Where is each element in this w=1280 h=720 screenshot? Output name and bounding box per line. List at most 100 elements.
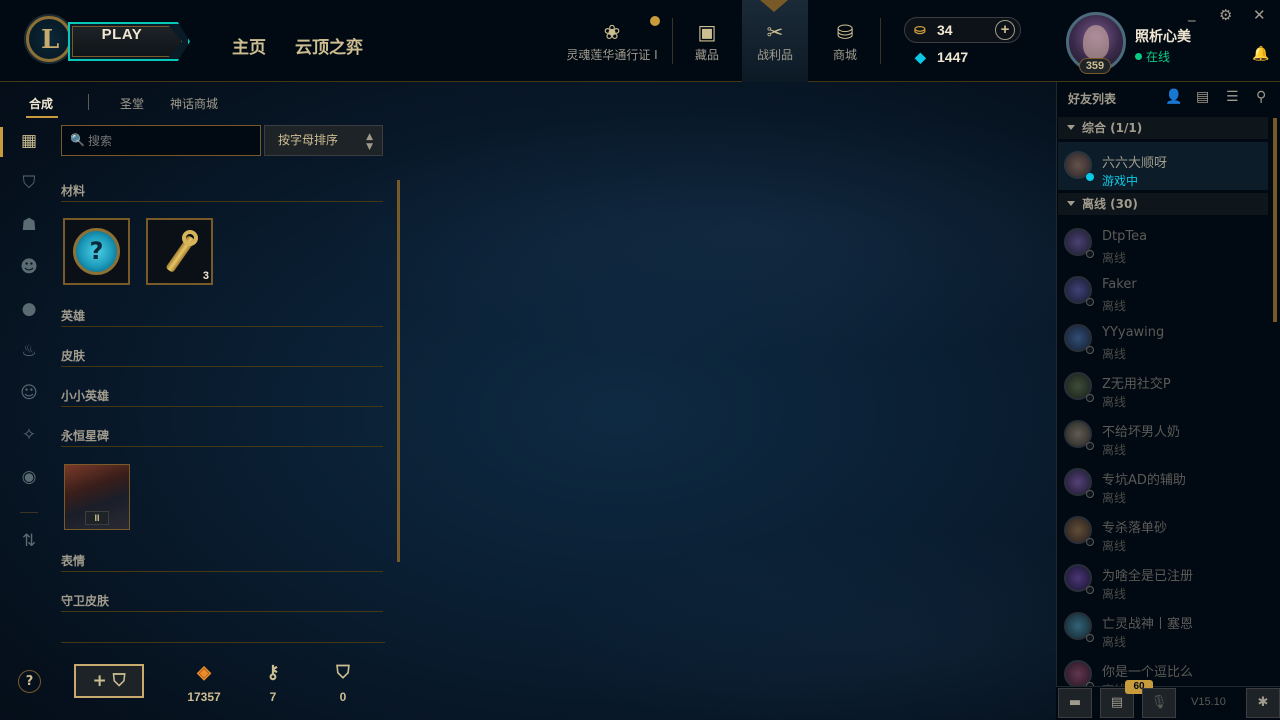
friend-row[interactable]: YYyawing 离线 [1058, 315, 1268, 363]
search-input[interactable] [88, 131, 253, 151]
client-version: V15.10 [1191, 696, 1226, 708]
nav-collection[interactable]: ▣ 藏品 [676, 0, 738, 82]
coins-icon: ⛁ [836, 20, 854, 44]
friends-group-offline[interactable]: 离线 (30) [1058, 193, 1268, 215]
loot-tile-key[interactable]: 3 [146, 218, 213, 285]
help-button[interactable]: ? [18, 670, 41, 693]
close-icon[interactable]: ✕ [1253, 6, 1266, 24]
microphone-icon[interactable]: 🎙 [1142, 688, 1176, 718]
friend-row[interactable]: Faker 离线 [1058, 267, 1268, 315]
friend-name: YYyawing [1102, 325, 1165, 340]
add-currency-button[interactable]: + [995, 20, 1015, 40]
friend-status: 离线 [1102, 539, 1127, 553]
friend-status: 离线 [1102, 491, 1127, 505]
nav-tft[interactable]: 云顶之弈 [295, 33, 363, 58]
tab-sanctum[interactable]: 圣堂 [120, 95, 144, 112]
nav-home[interactable]: 主页 [232, 33, 266, 58]
sort-arrows-icon[interactable]: ⇅ [16, 528, 42, 554]
friends-title: 好友列表 [1068, 92, 1117, 106]
search-box[interactable]: 🔍 [61, 125, 261, 156]
section-eternals: 永恒星碑 [61, 427, 383, 447]
craft-plus: + [92, 671, 107, 691]
minimize-icon[interactable]: _ [1188, 4, 1196, 22]
friend-row[interactable]: 六六大顺呀 游戏中 [1058, 142, 1268, 190]
nav-battle-pass[interactable]: ❀ 灵魂莲华通行证 I [560, 0, 664, 82]
nav-store[interactable]: ⛁ 商城 [812, 0, 878, 82]
friend-status: 离线 [1102, 587, 1127, 601]
friend-name: 为啥全是已注册 [1102, 569, 1194, 584]
nav-store-label: 商城 [832, 48, 857, 62]
tab-mythic-shop[interactable]: 神话商城 [170, 95, 218, 112]
friend-row[interactable]: 专坑AD的辅助 离线 [1058, 459, 1268, 507]
friend-status: 离线 [1102, 635, 1127, 649]
active-tab-indicator [760, 0, 788, 12]
gear-icon[interactable]: ⚙ [1219, 6, 1232, 24]
friend-row[interactable]: 为啥全是已注册 离线 [1058, 555, 1268, 603]
ward-icon[interactable]: ✧ [16, 422, 42, 448]
friend-row[interactable]: Z无用社交P 离线 [1058, 363, 1268, 411]
chest-icon: ⛉ [106, 671, 126, 691]
friend-status: 离线 [1102, 251, 1127, 265]
craft-key-button[interactable]: + ⛉ [74, 664, 144, 698]
mask-icon[interactable]: ☻ [16, 254, 42, 280]
chests-value: 0 [339, 690, 347, 704]
riot-points-icon: ◆ [915, 49, 926, 65]
nav-loot-label: 战利品 [756, 48, 793, 62]
friend-name: 你是一个逗比么 [1102, 665, 1194, 680]
loot-scrollbar[interactable] [397, 180, 400, 562]
chat-icon[interactable]: ▬ [1058, 688, 1092, 718]
friend-status-dot [1086, 586, 1094, 594]
friend-row[interactable]: 亡灵战神丨塞恩 离线 [1058, 603, 1268, 651]
tab-crafting[interactable]: 合成 [29, 95, 53, 112]
bug-report-icon[interactable]: ✱ [1246, 688, 1280, 718]
username[interactable]: 照析心美 [1135, 26, 1191, 46]
blue-essence-value: 34 [937, 22, 953, 38]
list-view-icon[interactable]: ☰ [1226, 89, 1239, 105]
egg-icon[interactable]: ● [16, 296, 42, 322]
friend-status-dot [1086, 346, 1094, 354]
chest-filter-icon[interactable]: ⛉ [16, 170, 42, 196]
loot-tile-mystery[interactable]: ? [63, 218, 130, 285]
emote-icon[interactable]: ☺ [16, 380, 42, 406]
bell-icon[interactable]: 🔔 [1252, 46, 1269, 62]
profile-icon[interactable]: ◉ [16, 464, 42, 490]
friend-name: 不给坏男人奶 [1102, 425, 1181, 440]
play-button-label[interactable]: PLAY [72, 26, 172, 43]
stat-chests: ⛉ 0 [313, 660, 373, 704]
league-logo[interactable]: L [26, 16, 72, 62]
friends-group-general[interactable]: 综合 (1/1) [1058, 117, 1268, 139]
mystery-orb-icon: ? [73, 228, 120, 275]
bottom-divider [61, 642, 385, 643]
grid-icon[interactable]: ▦ [16, 128, 42, 154]
search-icon[interactable]: ⚲ [1256, 89, 1266, 105]
add-folder-icon[interactable]: ▤ [1196, 89, 1209, 105]
nav-separator [672, 18, 673, 64]
friend-row[interactable]: 专杀落单砂 离线 [1058, 507, 1268, 555]
logo-letter: L [41, 25, 60, 55]
loot-tile-eternal[interactable]: II [64, 464, 130, 530]
nav-battle-pass-label: 灵魂莲华通行证 I [566, 48, 658, 62]
add-friend-icon[interactable]: 👤 [1165, 89, 1182, 105]
chest-icon: ⛉ [336, 662, 350, 682]
search-icon: 🔍 [70, 133, 85, 147]
friends-scrollbar[interactable] [1273, 118, 1277, 322]
section-ward-skins: 守卫皮肤 [61, 592, 383, 612]
hextech-key-icon [158, 228, 204, 278]
side-divider [20, 512, 38, 513]
friend-row[interactable]: DtpTea 离线 [1058, 219, 1268, 267]
orange-essence-value: 17357 [187, 690, 221, 704]
user-status[interactable]: 在线 [1135, 48, 1170, 65]
helmet-icon[interactable]: ☗ [16, 212, 42, 238]
key-count: 3 [202, 270, 209, 282]
friend-status: 离线 [1102, 299, 1127, 313]
key-fragment-icon: ⚷ [266, 662, 280, 682]
friend-name: 专坑AD的辅助 [1102, 473, 1186, 488]
friend-status-dot [1086, 538, 1094, 546]
sort-dropdown[interactable]: 按字母排序 ▲ ▼ [264, 125, 383, 156]
section-little-legends: 小小英雄 [61, 387, 383, 407]
friend-row[interactable]: 不给坏男人奶 离线 [1058, 411, 1268, 459]
flame-icon[interactable]: ♨ [16, 338, 42, 364]
riot-points-value: 1447 [937, 49, 969, 65]
section-emotes: 表情 [61, 552, 383, 572]
nav-loot[interactable]: ✂ 战利品 [742, 0, 808, 82]
